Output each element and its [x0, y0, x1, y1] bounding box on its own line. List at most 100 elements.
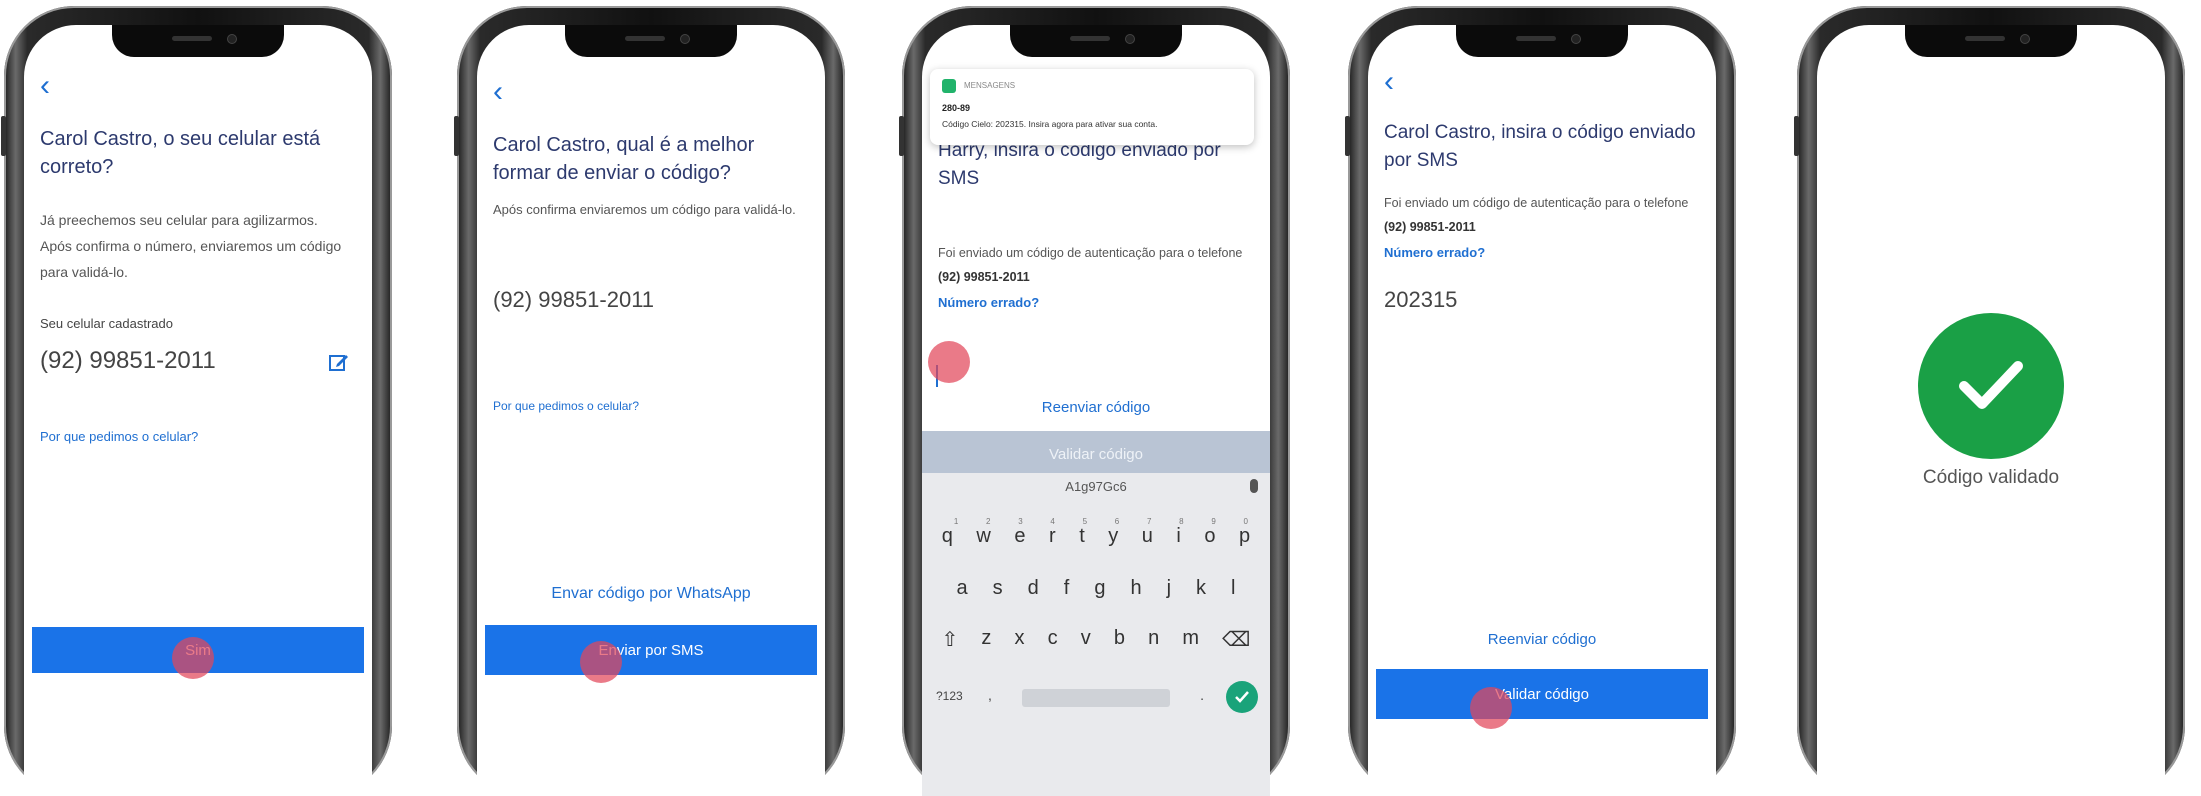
key-p[interactable]: p	[1239, 525, 1250, 548]
shift-key-icon[interactable]: ⇧	[942, 627, 959, 652]
tap-indicator	[172, 637, 214, 679]
messages-app-icon	[942, 79, 956, 93]
description: Foi enviado um código de autenticação pa…	[1384, 191, 1696, 239]
resend-code-link[interactable]: Reenviar código	[1368, 631, 1716, 648]
notification-message: Código Cielo: 202315. Insira agora para …	[942, 119, 1158, 129]
key-f[interactable]: f	[1064, 577, 1070, 600]
key-q[interactable]: q	[942, 525, 953, 548]
wrong-number-link[interactable]: Número errado?	[938, 295, 1039, 310]
key-m[interactable]: m	[1182, 627, 1199, 652]
screen-choose-method: ‹ Carol Castro, qual é a melhor formar d…	[477, 25, 825, 796]
success-check-icon	[1918, 313, 2064, 459]
key-x[interactable]: x	[1015, 627, 1025, 652]
key-a[interactable]: a	[957, 577, 968, 600]
key-e[interactable]: e	[1014, 525, 1025, 548]
notch	[1905, 25, 2077, 57]
key-r[interactable]: r	[1049, 525, 1056, 548]
back-chevron-icon[interactable]: ‹	[40, 71, 50, 101]
key-k[interactable]: k	[1196, 577, 1206, 600]
phone-frame-5: Código validado	[1794, 6, 2185, 796]
notch	[1456, 25, 1628, 57]
back-chevron-icon[interactable]: ‹	[493, 77, 503, 107]
back-chevron-icon[interactable]: ‹	[1384, 67, 1394, 97]
notification-sender: 280-89	[942, 103, 971, 113]
phone-frame-3: MENSAGENS 280-89 Código Cielo: 202315. I…	[899, 6, 1290, 796]
description: Foi enviado um código de autenticação pa…	[938, 241, 1250, 289]
key-w[interactable]: w	[976, 525, 990, 548]
backspace-key-icon[interactable]: ⌫	[1222, 627, 1250, 652]
symbols-key[interactable]: ?123	[936, 689, 963, 703]
microphone-icon[interactable]	[1250, 479, 1258, 493]
whatsapp-link[interactable]: Envar código por WhatsApp	[477, 585, 825, 603]
sms-notification[interactable]: MENSAGENS 280-89 Código Cielo: 202315. I…	[930, 69, 1254, 145]
validate-code-button[interactable]: Validar código	[1376, 669, 1708, 719]
comma-key[interactable]: ,	[988, 687, 992, 703]
page-title: Carol Castro, insira o código enviado po…	[1384, 122, 1696, 171]
phone-number: (92) 99851-2011	[1384, 220, 1476, 234]
phone-frame-1: ‹ Carol Castro, o seu celular está corre…	[1, 6, 392, 796]
why-phone-link[interactable]: Por que pedimos o celular?	[493, 399, 639, 413]
notification-app: MENSAGENS	[964, 81, 1016, 90]
key-u[interactable]: u	[1142, 525, 1153, 548]
hint-0: 0	[1243, 517, 1248, 526]
key-h[interactable]: h	[1130, 577, 1141, 600]
validate-code-button[interactable]: Validar código	[922, 431, 1270, 477]
key-s[interactable]: s	[993, 577, 1003, 600]
description-prefix: Foi enviado um código de autenticação pa…	[938, 246, 1243, 260]
why-phone-link[interactable]: Por que pedimos o celular?	[40, 429, 198, 444]
key-o[interactable]: o	[1204, 525, 1215, 548]
volume-button	[1, 116, 6, 156]
volume-button	[1794, 116, 1799, 156]
send-sms-button[interactable]: Enviar por SMS	[485, 625, 817, 675]
description: Já preechemos seu celular para agilizarm…	[40, 212, 342, 280]
key-i[interactable]: i	[1176, 525, 1180, 548]
keyboard-row-1: q w e r t y u i o p	[930, 525, 1262, 548]
notch	[565, 25, 737, 57]
volume-button	[454, 116, 459, 156]
key-n[interactable]: n	[1148, 627, 1159, 652]
phone-frame-4: ‹ Carol Castro, insira o código enviado …	[1345, 6, 1736, 796]
key-t[interactable]: t	[1079, 525, 1085, 548]
period-key[interactable]: .	[1200, 687, 1204, 703]
hint-4: 4	[1050, 517, 1055, 526]
done-check-icon[interactable]	[1226, 681, 1258, 713]
edit-icon[interactable]	[328, 351, 350, 373]
hint-6: 6	[1114, 517, 1120, 526]
screen-code-filled: ‹ Carol Castro, insira o código enviado …	[1368, 25, 1716, 796]
screen-enter-code-keyboard: MENSAGENS 280-89 Código Cielo: 202315. I…	[922, 25, 1270, 796]
notch	[112, 25, 284, 57]
key-v[interactable]: v	[1081, 627, 1091, 652]
key-d[interactable]: d	[1028, 577, 1039, 600]
space-bar[interactable]	[1022, 689, 1170, 707]
hint-7: 7	[1146, 517, 1152, 526]
phone-frame-2: ‹ Carol Castro, qual é a melhor formar d…	[454, 6, 845, 796]
page-title: Carol Castro, o seu celular está correto…	[40, 128, 321, 178]
keyboard-row-3: ⇧ z x c v b n m ⌫	[930, 627, 1262, 652]
hint-8: 8	[1179, 517, 1184, 526]
key-c[interactable]: c	[1048, 627, 1058, 652]
wrong-number-link[interactable]: Número errado?	[1384, 245, 1485, 260]
hint-2: 2	[986, 517, 991, 526]
on-screen-keyboard: A1g97Gc6 q w e r t y u i o p 1 2 3 4 5 6	[922, 473, 1270, 796]
phone-number: (92) 99851-2011	[40, 347, 216, 374]
resend-code-link[interactable]: Reenviar código	[922, 399, 1270, 416]
code-input[interactable]: 202315	[1384, 287, 1457, 313]
key-b[interactable]: b	[1114, 627, 1125, 652]
volume-button	[899, 116, 904, 156]
hint-9: 9	[1211, 517, 1216, 526]
screen-code-validated: Código validado	[1817, 25, 2165, 796]
page-title: Harry, insira o código enviado por SMS	[938, 140, 1221, 189]
key-y[interactable]: y	[1108, 525, 1118, 548]
tap-indicator	[1470, 687, 1512, 729]
key-g[interactable]: g	[1094, 577, 1105, 600]
validated-status: Código validado	[1922, 467, 2060, 488]
hint-1: 1	[953, 517, 959, 526]
description: Após confirma enviaremos um código para …	[493, 202, 796, 217]
hint-3: 3	[1018, 517, 1023, 526]
volume-button	[1345, 116, 1350, 156]
key-j[interactable]: j	[1167, 577, 1171, 600]
key-l[interactable]: l	[1231, 577, 1235, 600]
key-z[interactable]: z	[981, 627, 991, 652]
keyboard-number-hints: 1 2 3 4 5 6 7 8 9 0	[930, 517, 1262, 526]
keyboard-suggestion[interactable]: A1g97Gc6	[922, 479, 1270, 494]
